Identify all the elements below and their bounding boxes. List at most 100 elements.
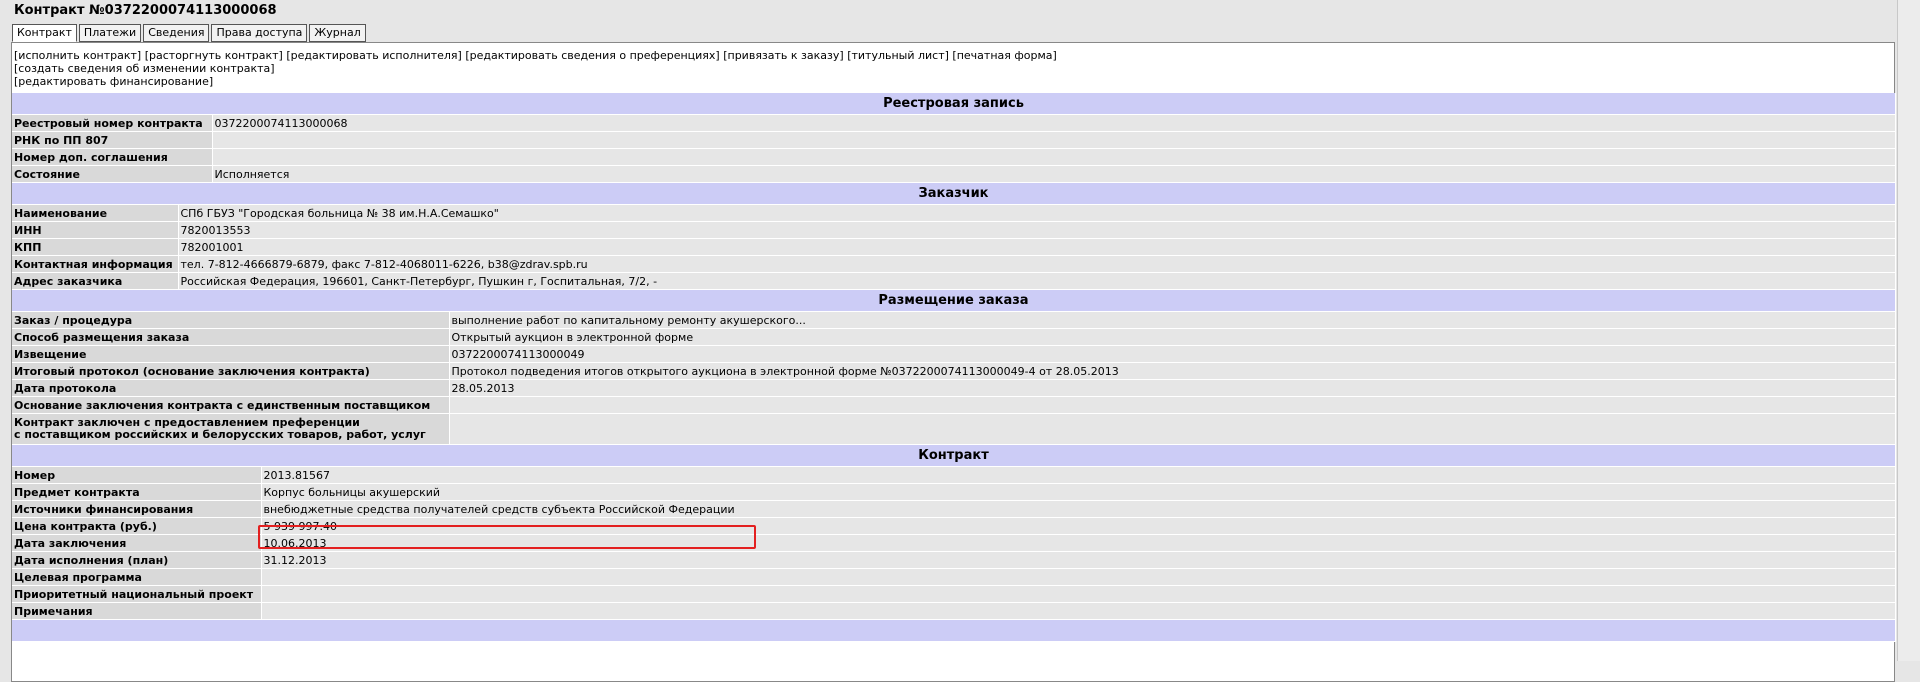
table-row: Номер 2013.81567 [12,466,1896,484]
action-links: [исполнить контракт] [расторгнуть контра… [12,43,1894,93]
table-row: Номер доп. соглашения [12,148,1896,166]
field-value [261,568,1896,586]
tab-access-rights[interactable]: Права доступа [211,24,308,42]
field-label: Контракт заключен с предоставлением преф… [12,413,450,445]
field-value [212,131,1896,149]
field-value [261,602,1896,620]
table-row: РНК по ПП 807 [12,131,1896,149]
field-value: 10.06.2013 [261,534,1896,552]
table-row: Приоритетный национальный проект [12,585,1896,603]
table-row: Целевая программа [12,568,1896,586]
field-label: Наименование [12,204,179,222]
vertical-scrollbar[interactable] [1897,0,1920,661]
preference-label-line2: с поставщиком российских и белорусских т… [14,428,426,441]
field-value [261,585,1896,603]
field-label: Номер [12,466,262,484]
field-value: Корпус больницы акушерский [261,483,1896,501]
field-value: Протокол подведения итогов открытого аук… [449,362,1896,380]
field-label: Предмет контракта [12,483,262,501]
table-row: Предмет контракта Корпус больницы акушерс… [12,483,1896,501]
field-label: РНК по ПП 807 [12,131,213,149]
field-label: Извещение [12,345,450,363]
field-label: Итоговый протокол (основание заключения … [12,362,450,380]
field-label: ИНН [12,221,179,239]
field-label: Дата протокола [12,379,450,397]
field-value: Исполняется [212,165,1896,183]
tab-contract[interactable]: Контракт [12,24,77,42]
execute-contract-link[interactable]: [исполнить контракт] [14,49,141,62]
table-row: ИНН 7820013553 [12,221,1896,239]
table-row: Дата заключения 10.06.2013 [12,534,1896,552]
field-value: Российская Федерация, 196601, Санкт-Пете… [178,272,1896,290]
field-label: Источники финансирования [12,500,262,518]
field-label: Целевая программа [12,568,262,586]
field-label: Реестровый номер контракта [12,114,213,132]
table-row: Итоговый протокол (основание заключения … [12,362,1896,380]
table-row: Цена контракта (руб.) 5 939 997.40 [12,517,1896,535]
tab-journal[interactable]: Журнал [309,24,366,42]
field-value: 0372200074113000068 [212,114,1896,132]
field-value [212,148,1896,166]
field-label: Способ размещения заказа [12,328,450,346]
section-heading-customer: Заказчик [12,183,1896,205]
edit-executor-link[interactable]: [редактировать исполнителя] [286,49,462,62]
table-row: Реестровый номер контракта 03722000741130… [12,114,1896,132]
table-row: Адрес заказчика Российская Федерация, 196… [12,272,1896,290]
contract-section: Контракт Номер 2013.81567 Предмет контрак… [12,445,1896,642]
field-label: Контактная информация [12,255,179,273]
field-value: 7820013553 [178,221,1896,239]
table-row: Контракт заключен с предоставлением преф… [12,413,1896,445]
section-heading-registry: Реестровая запись [12,93,1896,115]
field-label: Примечания [12,602,262,620]
create-change-info-link[interactable]: [создать сведения об изменении контракта… [14,62,1892,75]
field-value: 0372200074113000049 [449,345,1896,363]
field-value: 782001001 [178,238,1896,256]
table-row: КПП 782001001 [12,238,1896,256]
table-row: Способ размещения заказа Открытый аукцион… [12,328,1896,346]
page-title: Контракт №0372200074113000068 [14,3,277,18]
field-label: Дата исполнения (план) [12,551,262,569]
table-row: Источники финансирования внебюджетные сре… [12,500,1896,518]
table-row: Примечания [12,602,1896,620]
field-label: Номер доп. соглашения [12,148,213,166]
field-value: 28.05.2013 [449,379,1896,397]
table-row: Дата протокола 28.05.2013 [12,379,1896,397]
field-label: Приоритетный национальный проект [12,585,262,603]
field-value [449,413,1896,445]
table-row: Дата исполнения (план) 31.12.2013 [12,551,1896,569]
funding-sources-value: внебюджетные средства получателей средст… [261,500,1896,518]
field-label: КПП [12,238,179,256]
field-label: Адрес заказчика [12,272,179,290]
customer-section: Заказчик Наименование СПб ГБУЗ "Городская… [12,183,1896,290]
section-heading-contract: Контракт [12,445,1896,467]
field-value [449,396,1896,414]
tab-bar: Контракт Платежи Сведения Права доступа Журн… [12,24,368,42]
section-heading-next [12,619,1896,642]
table-row: Состояние Исполняется [12,165,1896,183]
terminate-contract-link[interactable]: [расторгнуть контракт] [145,49,283,62]
field-value: Открытый аукцион в электронной форме [449,328,1896,346]
tab-payments[interactable]: Платежи [78,24,142,42]
registry-section: Реестровая запись Реестровый номер контр… [12,93,1896,183]
bind-to-order-link[interactable]: [привязать к заказу] [723,49,843,62]
field-value: СПб ГБУЗ "Городская больница № 38 им.Н.А… [178,204,1896,222]
table-row: Наименование СПб ГБУЗ "Городская больница… [12,204,1896,222]
tab-info[interactable]: Сведения [143,24,210,42]
title-page-link[interactable]: [титульный лист] [847,49,949,62]
table-row: Основание заключения контракта с единств… [12,396,1896,414]
field-value: 5 939 997.40 [261,517,1896,535]
edit-financing-link[interactable]: [редактировать финансирование] [14,75,1892,88]
section-heading-placement: Размещение заказа [12,290,1896,312]
field-label: Состояние [12,165,213,183]
field-value: 2013.81567 [261,466,1896,484]
contract-panel: [исполнить контракт] [расторгнуть контра… [11,42,1896,682]
field-label: Заказ / процедура [12,311,450,329]
field-value: выполнение работ по капитальному ремонту… [449,311,1896,329]
table-row: Контактная информация тел. 7-812-4666879-… [12,255,1896,273]
placement-section: Размещение заказа Заказ / процедура выпол… [12,290,1896,445]
print-form-link[interactable]: [печатная форма] [952,49,1056,62]
field-label: Основание заключения контракта с единств… [12,396,450,414]
edit-preferences-link[interactable]: [редактировать сведения о преференциях] [465,49,719,62]
table-row: Заказ / процедура выполнение работ по кап… [12,311,1896,329]
field-value: 31.12.2013 [261,551,1896,569]
